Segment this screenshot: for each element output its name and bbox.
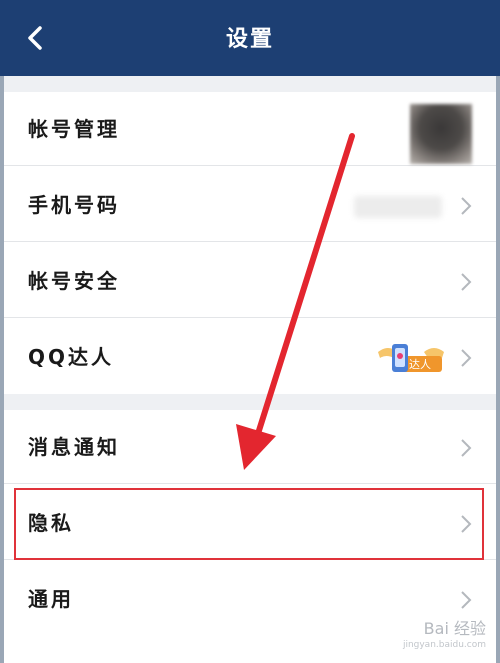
badge-text: 达人 (409, 358, 431, 371)
row-account-management[interactable]: 帐号管理 (4, 92, 496, 166)
phone-number-value-blurred (354, 196, 442, 218)
row-label: 帐号安全 (28, 269, 120, 293)
row-label: QQ达人 (28, 345, 115, 369)
row-label: 帐号管理 (28, 117, 120, 141)
page-title: 设置 (225, 27, 274, 52)
chevron-right-icon (461, 439, 472, 457)
chevron-right-icon (461, 515, 472, 533)
row-account-security[interactable]: 帐号安全 (4, 244, 496, 318)
row-label: 手机号码 (28, 193, 120, 217)
row-label: 消息通知 (28, 435, 120, 459)
row-privacy[interactable]: 隐私 (4, 486, 496, 560)
avatar (410, 104, 472, 164)
watermark: Bai 经验 jingyan.baidu.com (403, 621, 486, 653)
chevron-right-icon (461, 349, 472, 367)
row-label: 通用 (28, 587, 74, 611)
row-label: 隐私 (28, 511, 74, 535)
qq-talent-badge-icon: 达人 (378, 344, 444, 372)
watermark-text: Bai 经验 (423, 619, 486, 638)
chevron-right-icon (461, 197, 472, 215)
row-qq-talent[interactable]: QQ达人 达人 (4, 320, 496, 394)
row-phone-number[interactable]: 手机号码 (4, 168, 496, 242)
account-settings-group: 帐号管理 手机号码 帐号安全 QQ达人 达人 (4, 92, 496, 394)
row-notifications[interactable]: 消息通知 (4, 410, 496, 484)
watermark-sub: jingyan.baidu.com (402, 640, 486, 650)
chevron-right-icon (461, 591, 472, 609)
header-bar: 设置 (0, 0, 500, 76)
chevron-right-icon (461, 273, 472, 291)
